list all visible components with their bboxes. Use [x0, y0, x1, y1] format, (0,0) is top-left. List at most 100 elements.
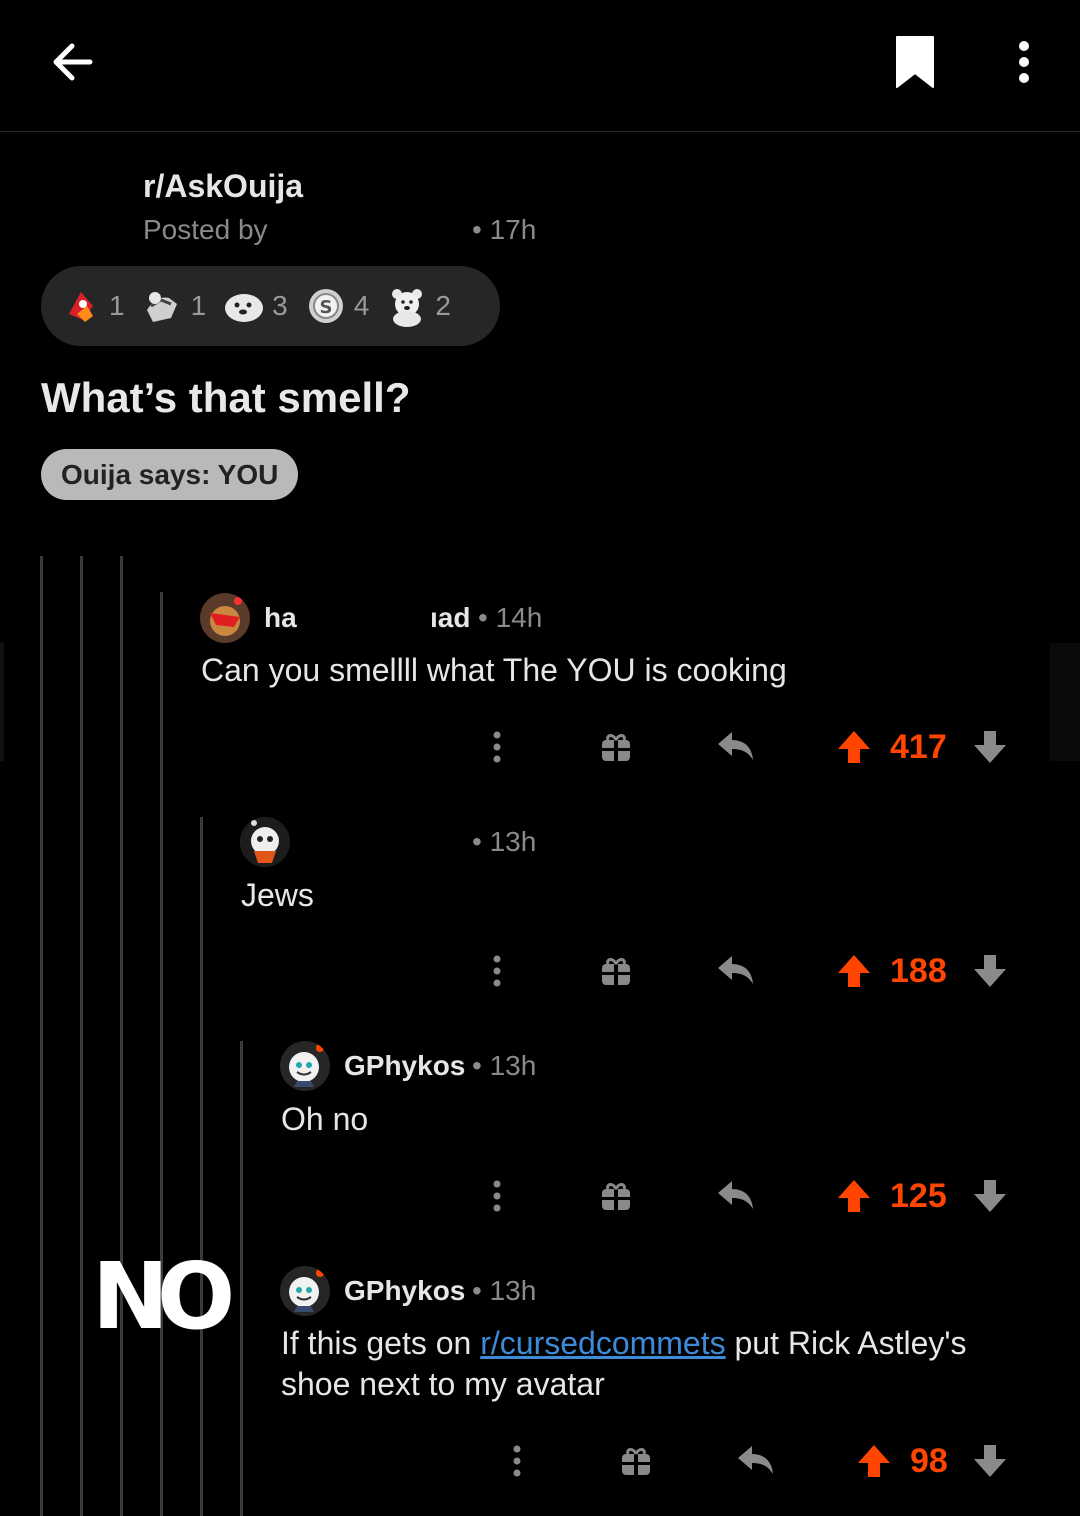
- more-vertical-icon: [493, 1180, 501, 1212]
- no-sticker: NO: [92, 1243, 243, 1350]
- comment-actions: 125: [480, 1171, 1020, 1221]
- upvote-arrow-icon: [858, 1445, 890, 1477]
- post-time: • 17h: [472, 214, 537, 245]
- give-award-button[interactable]: [596, 722, 636, 772]
- more-options-button[interactable]: [500, 1436, 534, 1486]
- give-award-button[interactable]: [596, 946, 636, 996]
- comment-author[interactable]: GPhykos: [344, 1050, 465, 1082]
- comment-author-tail[interactable]: ıad: [430, 602, 470, 634]
- downvote-button[interactable]: [968, 1171, 1012, 1221]
- posted-by-label: Posted by: [143, 214, 268, 245]
- post-flair[interactable]: Ouija says: YOU: [41, 449, 299, 500]
- award-item: S 4: [304, 284, 370, 328]
- comment-time: • 13h: [472, 826, 537, 857]
- upvote-button[interactable]: [832, 722, 876, 772]
- avatar[interactable]: [240, 817, 290, 867]
- comment-time: • 14h: [478, 602, 543, 633]
- gift-icon: [622, 1448, 650, 1475]
- save-button[interactable]: [884, 30, 946, 92]
- thread-line[interactable]: [160, 592, 163, 1516]
- avatar[interactable]: [280, 1041, 330, 1091]
- downvote-arrow-icon: [974, 955, 1006, 987]
- bookmark-icon: [896, 36, 934, 88]
- award-count: 1: [109, 290, 125, 321]
- comment-author[interactable]: GPhykos: [344, 1275, 465, 1307]
- comment-score: 98: [910, 1442, 948, 1480]
- upvote-button[interactable]: [852, 1436, 896, 1486]
- more-vertical-icon: [1019, 41, 1029, 83]
- back-button[interactable]: [40, 32, 104, 92]
- downvote-arrow-icon: [974, 1180, 1006, 1212]
- top-bar: [0, 0, 1080, 132]
- subreddit-link[interactable]: r/cursedcommets: [480, 1325, 725, 1361]
- award-count: 1: [190, 290, 207, 321]
- rocket-like-award-icon: [69, 292, 93, 322]
- downvote-arrow-icon: [974, 1445, 1006, 1477]
- more-vertical-icon: [493, 731, 501, 763]
- more-vertical-icon: [513, 1445, 521, 1477]
- reply-icon: [718, 956, 753, 984]
- gift-icon: [602, 1183, 630, 1210]
- give-award-button[interactable]: [616, 1436, 656, 1486]
- award-item: 1: [59, 284, 125, 328]
- comment-body: Jews: [241, 877, 314, 913]
- downvote-button[interactable]: [968, 1436, 1012, 1486]
- user-avatar-icon: [240, 817, 290, 867]
- svg-text:S: S: [319, 297, 332, 318]
- thread-line[interactable]: [120, 556, 123, 1516]
- comment-score: 125: [890, 1177, 947, 1215]
- comment-body-text: If this gets on: [281, 1325, 472, 1361]
- avatar[interactable]: [280, 1266, 330, 1316]
- post-title[interactable]: What’s that smell?: [41, 374, 411, 422]
- more-options-button[interactable]: [480, 946, 514, 996]
- avatar[interactable]: [200, 593, 250, 643]
- comment-actions: 417: [480, 722, 1020, 772]
- comment-actions: 98: [500, 1436, 1020, 1486]
- reply-button[interactable]: [714, 1171, 758, 1221]
- thread-line[interactable]: [200, 817, 203, 1516]
- comment-time: • 13h: [472, 1050, 537, 1081]
- user-avatar-icon: [280, 1266, 330, 1316]
- gift-icon: [602, 958, 630, 985]
- comment-score: 417: [890, 728, 947, 766]
- upvote-arrow-icon: [838, 1180, 870, 1212]
- reply-icon: [718, 1181, 753, 1209]
- arrow-left-icon: [53, 43, 93, 81]
- more-options-button[interactable]: [1000, 32, 1048, 92]
- gift-icon: [602, 734, 630, 761]
- silver-award-icon: S: [308, 289, 343, 323]
- comment-body: If this gets on r/cursedcommets put Rick…: [281, 1323, 981, 1405]
- comment-body: Can you smellll what The YOU is cooking: [201, 652, 787, 688]
- comment-body: Oh no: [281, 1101, 369, 1137]
- awards-bar[interactable]: 1 1 3 S 4 2: [41, 266, 500, 346]
- thread-line[interactable]: [80, 556, 83, 1516]
- edge-shadow: [0, 643, 4, 761]
- comment-author[interactable]: ha: [264, 602, 297, 634]
- user-avatar-icon: [200, 593, 250, 643]
- wholesome-bear-award-icon: [392, 289, 423, 327]
- downvote-button[interactable]: [968, 946, 1012, 996]
- downvote-arrow-icon: [974, 731, 1006, 763]
- downvote-button[interactable]: [968, 722, 1012, 772]
- user-avatar-icon: [280, 1041, 330, 1091]
- reply-button[interactable]: [714, 722, 758, 772]
- award-count: 2: [435, 290, 451, 321]
- upvote-button[interactable]: [832, 946, 876, 996]
- award-count: 4: [353, 290, 370, 321]
- reply-button[interactable]: [714, 946, 758, 996]
- subreddit-link[interactable]: r/AskOuija: [143, 168, 303, 205]
- award-count: 3: [272, 290, 288, 321]
- comment-time: • 13h: [472, 1275, 537, 1306]
- reply-icon: [718, 732, 753, 760]
- thread-line[interactable]: [40, 556, 43, 1516]
- seal-award-icon: [225, 294, 264, 322]
- award-item: 2: [385, 284, 451, 328]
- upvote-arrow-icon: [838, 731, 870, 763]
- reply-button[interactable]: [734, 1436, 778, 1486]
- give-award-button[interactable]: [596, 1171, 636, 1221]
- more-options-button[interactable]: [480, 722, 514, 772]
- more-options-button[interactable]: [480, 1171, 514, 1221]
- hugz-award-icon: [146, 292, 177, 322]
- award-item: 3: [222, 284, 288, 328]
- upvote-button[interactable]: [832, 1171, 876, 1221]
